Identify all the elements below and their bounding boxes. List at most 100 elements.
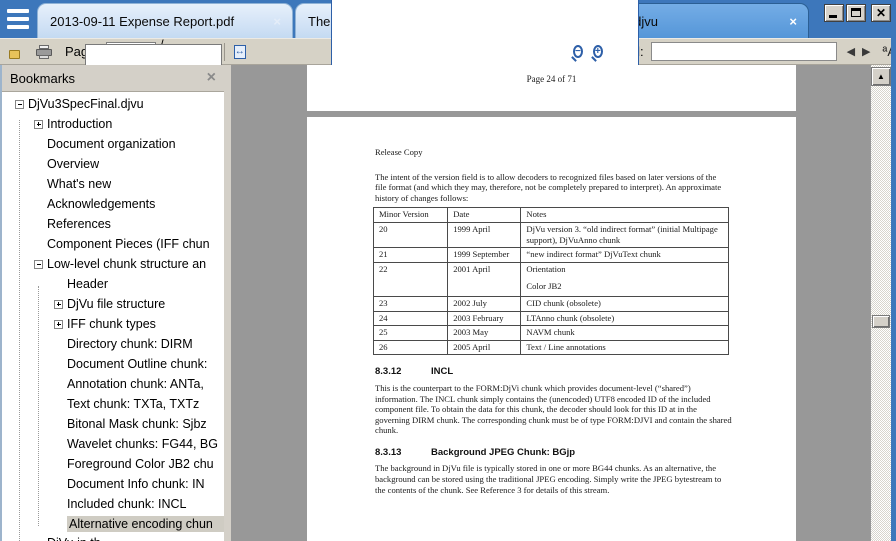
minimize-icon	[829, 15, 837, 18]
bookmark-label: Introduction	[47, 117, 112, 131]
bookmark-item[interactable]: Component Pieces (IFF chun	[2, 234, 224, 254]
close-icon: ✕	[872, 5, 890, 21]
column-header: Notes	[521, 208, 729, 223]
maximize-button[interactable]	[846, 4, 866, 22]
bookmark-label: IFF chunk types	[67, 317, 156, 331]
page-25: Release Copy The intent of the version f…	[307, 117, 796, 541]
bookmark-item[interactable]: Header	[2, 274, 224, 294]
bookmark-item[interactable]: Included chunk: INCL	[2, 494, 224, 514]
bookmark-item[interactable]: DjVu3SpecFinal.djvu	[2, 94, 224, 114]
bookmark-label: Included chunk: INCL	[67, 497, 187, 511]
bookmark-label: Header	[67, 277, 108, 291]
sidebar-splitter[interactable]	[224, 65, 231, 541]
table-header-row: Minor Version Date Notes	[374, 208, 729, 223]
bookmark-item-selected[interactable]: Alternative encoding chun	[2, 514, 224, 534]
version-history-table: Minor Version Date Notes 20 1999 April D…	[373, 207, 729, 355]
find-input[interactable]	[651, 42, 837, 61]
zoom-in-button[interactable]: +	[593, 45, 603, 58]
vertical-scrollbar[interactable]: ▲	[871, 65, 891, 541]
bookmark-item[interactable]: What's new	[2, 174, 224, 194]
table-row: 25 2003 May NAVM chunk	[374, 326, 729, 341]
menu-button[interactable]	[0, 0, 36, 38]
bookmark-item[interactable]: Low-level chunk structure an	[2, 254, 224, 274]
bookmark-item[interactable]: Directory chunk: DIRM	[2, 334, 224, 354]
page-24: Page 24 of 71	[307, 65, 796, 111]
tab-label: 2013-09-11 Expense Report.pdf	[50, 14, 271, 29]
page-footer: Page 24 of 71	[527, 74, 577, 84]
bookmarks-title: Bookmarks	[10, 71, 207, 86]
document-canvas[interactable]: Page 24 of 71 Release Copy The intent of…	[231, 65, 871, 541]
bookmark-item[interactable]: Bitonal Mask chunk: Sjbz	[2, 414, 224, 434]
release-copy-text: Release Copy	[375, 147, 729, 158]
bookmarks-close-icon[interactable]: ×	[207, 70, 216, 86]
column-header: Minor Version	[374, 208, 448, 223]
open-folder-icon	[9, 50, 20, 59]
bookmark-item[interactable]: IFF chunk types	[2, 314, 224, 334]
bookmark-label: Overview	[47, 157, 99, 171]
table-row: 20 1999 April DjVu version 3. “old indir…	[374, 222, 729, 247]
bookmark-item[interactable]: Document organization	[2, 134, 224, 154]
close-button[interactable]: ✕	[871, 4, 891, 22]
bookmark-label: Low-level chunk structure an	[47, 257, 206, 271]
print-button[interactable]	[36, 45, 52, 59]
bookmark-label: References	[47, 217, 111, 231]
bookmark-label: Acknowledgements	[47, 197, 155, 211]
section-body: This is the counterpart to the FORM:DjVi…	[375, 383, 733, 436]
collapse-icon[interactable]	[34, 260, 43, 269]
collapse-icon[interactable]	[15, 100, 24, 109]
expand-icon[interactable]	[54, 320, 63, 329]
bookmark-label: Text chunk: TXTa, TXTz	[67, 397, 199, 411]
fit-width-button[interactable]: ↔	[234, 45, 246, 59]
tab-close-icon[interactable]: ×	[271, 14, 283, 29]
bookmark-item[interactable]: DjVu file structure	[2, 294, 224, 314]
section-heading: 8.3.13 Background JPEG Chunk: BGjp	[375, 448, 729, 459]
bookmark-label: Bitonal Mask chunk: Sjbz	[67, 417, 207, 431]
bookmark-item[interactable]: References	[2, 214, 224, 234]
zoom-out-button[interactable]: −	[573, 45, 583, 58]
bookmark-item[interactable]: DjVu in th	[2, 534, 224, 541]
open-file-button[interactable]	[9, 44, 25, 59]
column-header: Date	[448, 208, 521, 223]
bookmarks-tree: DjVu3SpecFinal.djvu Introduction Documen…	[2, 92, 224, 541]
bookmark-label: DjVu3SpecFinal.djvu	[28, 97, 144, 111]
bookmark-item[interactable]: Text chunk: TXTa, TXTz	[2, 394, 224, 414]
bookmark-label: Alternative encoding chun	[67, 516, 224, 532]
expand-icon[interactable]	[34, 120, 43, 129]
bookmark-item[interactable]: Annotation chunk: ANTa,	[2, 374, 224, 394]
bookmark-label: DjVu file structure	[67, 297, 165, 311]
tab-close-icon[interactable]: ×	[787, 14, 799, 29]
section-heading: 8.3.12 INCL	[375, 367, 729, 378]
find-next-button[interactable]: ▶	[862, 45, 870, 58]
bookmark-item[interactable]: Wavelet chunks: FG44, BG	[2, 434, 224, 454]
minimize-button[interactable]	[824, 4, 844, 22]
hamburger-icon	[7, 9, 29, 13]
bookmarks-panel: Bookmarks × DjVu3SpecFinal.djvu Introduc…	[0, 65, 224, 541]
bookmark-label: Document Info chunk: IN	[67, 477, 205, 491]
table-row: 26 2005 April Text / Line annotations	[374, 340, 729, 355]
maximize-icon	[851, 8, 861, 17]
section-body: The background in DjVu file is typically…	[375, 463, 733, 495]
bookmark-item[interactable]: Document Info chunk: IN	[2, 474, 224, 494]
bookmarks-header: Bookmarks ×	[2, 65, 224, 92]
scrollbar-thumb[interactable]	[872, 315, 890, 328]
bookmark-item[interactable]: Acknowledgements	[2, 194, 224, 214]
table-row: 22 2001 April OrientationColor JB2	[374, 262, 729, 296]
bookmark-label: Annotation chunk: ANTa,	[67, 377, 204, 391]
expand-icon[interactable]	[54, 300, 63, 309]
bookmark-item[interactable]: Introduction	[2, 114, 224, 134]
up-arrow-icon: ▲	[877, 72, 885, 81]
bookmark-label: Foreground Color JB2 chu	[67, 457, 214, 471]
bookmark-label: What's new	[47, 177, 111, 191]
bookmark-label: Directory chunk: DIRM	[67, 337, 193, 351]
bookmark-label: Component Pieces (IFF chun	[47, 237, 210, 251]
tab-expense-report[interactable]: 2013-09-11 Expense Report.pdf ×	[37, 3, 293, 38]
toolbar: Page: / 71 ⇦ ⇨ ↔ − + Find: ◀ ▶ ªA	[0, 38, 896, 65]
scroll-up-button[interactable]: ▲	[871, 67, 891, 86]
bookmark-label: Document organization	[47, 137, 176, 151]
bookmark-label: DjVu in th	[47, 534, 101, 541]
window-edge	[891, 38, 896, 541]
bookmark-item[interactable]: Document Outline chunk:	[2, 354, 224, 374]
bookmark-item[interactable]: Overview	[2, 154, 224, 174]
find-previous-button[interactable]: ◀	[847, 45, 855, 58]
bookmark-item[interactable]: Foreground Color JB2 chu	[2, 454, 224, 474]
